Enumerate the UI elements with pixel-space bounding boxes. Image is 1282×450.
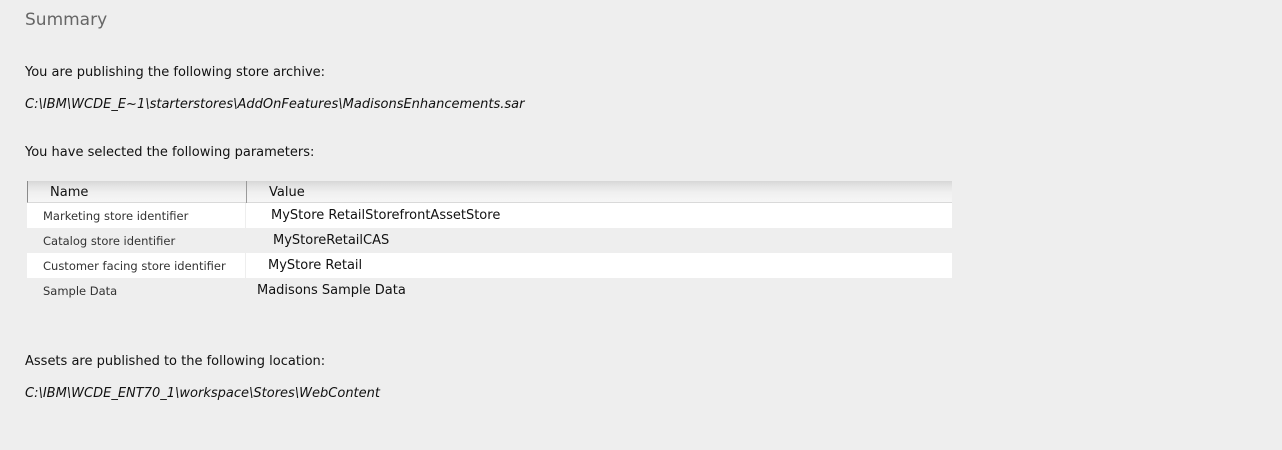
table-header: Name Value bbox=[27, 181, 952, 203]
assets-path: C:\IBM\WCDE_ENT70_1\workspace\Stores\Web… bbox=[25, 386, 380, 401]
row-name: Sample Data bbox=[43, 284, 118, 298]
column-header-separator[interactable] bbox=[246, 181, 247, 203]
table-row[interactable]: Catalog store identifier MyStoreRetailCA… bbox=[27, 228, 952, 253]
archive-path: C:\IBM\WCDE_E~1\starterstores\AddOnFeatu… bbox=[25, 97, 525, 112]
row-separator bbox=[245, 253, 246, 278]
row-value: MyStore Retail bbox=[268, 258, 363, 273]
parameters-table: Name Value Marketing store identifier My… bbox=[27, 181, 952, 303]
summary-title: Summary bbox=[25, 10, 108, 30]
row-separator bbox=[245, 203, 246, 228]
table-row[interactable]: Customer facing store identifier MyStore… bbox=[27, 253, 952, 278]
row-name: Marketing store identifier bbox=[43, 209, 189, 223]
assets-intro-text: Assets are published to the following lo… bbox=[25, 354, 326, 369]
parameters-intro-text: You have selected the following paramete… bbox=[25, 145, 315, 160]
column-header-name[interactable]: Name bbox=[50, 185, 88, 200]
row-name: Customer facing store identifier bbox=[43, 259, 226, 273]
row-name: Catalog store identifier bbox=[43, 234, 176, 248]
archive-intro-text: You are publishing the following store a… bbox=[25, 65, 326, 80]
row-separator bbox=[245, 228, 246, 253]
table-row[interactable]: Marketing store identifier MyStore Retai… bbox=[27, 203, 952, 228]
table-row[interactable]: Sample Data Madisons Sample Data bbox=[27, 278, 952, 303]
column-header-value[interactable]: Value bbox=[269, 185, 305, 200]
row-value: MyStoreRetailCAS bbox=[273, 233, 390, 248]
row-value: MyStore RetailStorefrontAssetStore bbox=[271, 208, 501, 223]
row-value: Madisons Sample Data bbox=[257, 283, 406, 298]
